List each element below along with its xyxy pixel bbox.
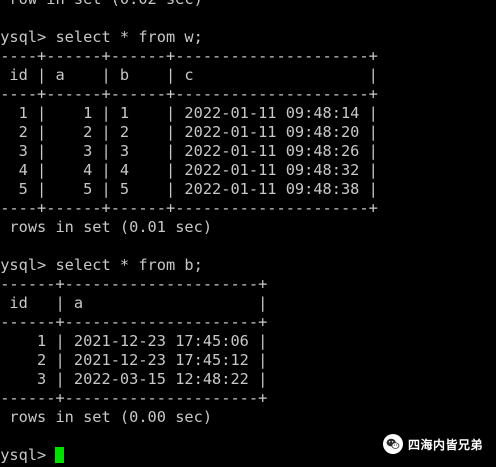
terminal-line: +------+---------------------+ — [0, 313, 268, 331]
terminal-line: 3 rows in set (0.00 sec) — [0, 408, 213, 426]
terminal-line: | id | a | — [0, 294, 268, 312]
terminal-line: | id | a | b | c | — [0, 66, 378, 84]
terminal-line: | 1 | 1 | 1 | 2022-01-11 09:48:14 | — [0, 104, 378, 122]
terminal-line: +----+------+------+--------------------… — [0, 85, 378, 103]
terminal-line: | 2 | 2 | 2 | 2022-01-11 09:48:20 | — [0, 123, 378, 141]
wechat-icon — [383, 434, 403, 454]
terminal-output: 1 row in set (0.02 sec) mysql> select * … — [0, 0, 378, 465]
terminal-line: +------+---------------------+ — [0, 275, 268, 293]
prompt-text: mysql> — [0, 446, 47, 464]
terminal-line: 1 row in set (0.02 sec) — [0, 0, 378, 9]
terminal-line: | 5 | 5 | 5 | 2022-01-11 09:48:38 | — [0, 180, 378, 198]
terminal-line: +------+---------------------+ — [0, 389, 268, 407]
terminal-line: +----+------+------+--------------------… — [0, 47, 378, 65]
terminal-line: | 2 | 2021-12-23 17:45:12 | — [0, 351, 268, 369]
watermark-text: 四海内皆兄弟 — [408, 437, 484, 452]
terminal-line: 5 rows in set (0.01 sec) — [0, 218, 213, 236]
terminal-line: | 3 | 3 | 3 | 2022-01-11 09:48:26 | — [0, 142, 378, 160]
command-prompt-line[interactable]: mysql> — [0, 446, 378, 465]
terminal-line: | 1 | 2021-12-23 17:45:06 | — [0, 332, 268, 350]
terminal-line: mysql> select * from b; — [0, 256, 203, 274]
text-cursor — [55, 447, 65, 463]
terminal-line: | 4 | 4 | 4 | 2022-01-11 09:48:32 | — [0, 161, 378, 179]
terminal-line: | 3 | 2022-03-15 12:48:22 | — [0, 370, 268, 388]
watermark: 四海内皆兄弟 — [383, 433, 483, 455]
terminal-line: +----+------+------+--------------------… — [0, 199, 378, 217]
terminal-line: mysql> select * from w; — [0, 28, 203, 46]
terminal-window[interactable]: 1 row in set (0.02 sec) mysql> select * … — [0, 0, 496, 467]
